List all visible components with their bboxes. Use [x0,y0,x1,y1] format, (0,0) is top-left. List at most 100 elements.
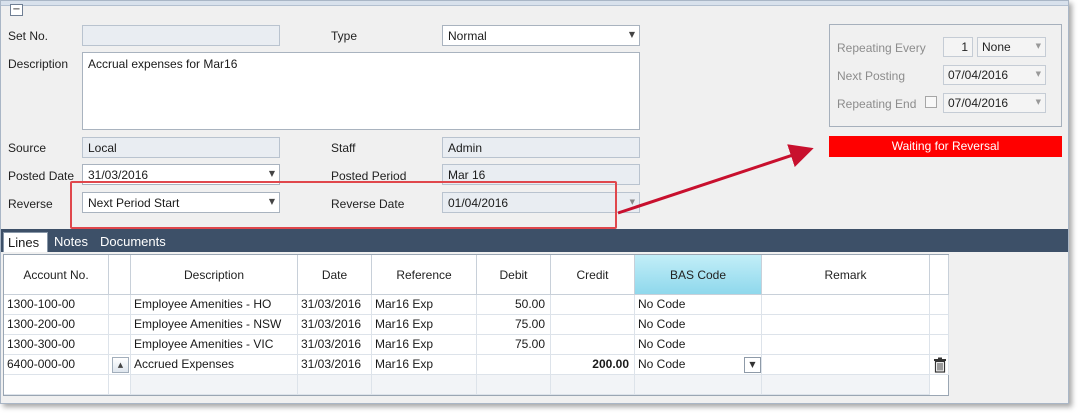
table-cell-credit[interactable]: 200.00 [551,355,635,375]
col-actions [930,255,949,295]
table-cell-description[interactable]: Employee Amenities - HO [131,295,298,315]
triangle-up-icon[interactable]: ▲ [112,357,129,373]
tab-notes[interactable]: Notes [50,232,92,252]
chevron-down-icon: ▼ [1035,42,1041,50]
new-row-cell[interactable] [298,375,372,395]
tab-bar: Lines Notes Documents [1,229,1068,252]
table-cell-date[interactable]: 31/03/2016 [298,355,372,375]
table-cell-account[interactable]: 6400-000-00 [4,355,109,375]
table-cell-action [930,315,949,335]
reverse-label: Reverse [8,197,53,211]
table-cell-bas-code[interactable]: No Code [635,315,762,335]
col-debit[interactable]: Debit [477,255,551,295]
table-cell-action [930,335,949,355]
next-posting-label: Next Posting [837,69,906,83]
repeating-end-label: Repeating End [837,97,917,111]
repeating-unit-select[interactable]: None ▼ [977,37,1046,57]
staff-field: Admin [442,137,640,158]
set-no-field [82,25,280,46]
table-cell-reference[interactable]: Mar16 Exp [372,355,477,375]
col-date[interactable]: Date [298,255,372,295]
table-cell-description[interactable]: Employee Amenities - NSW [131,315,298,335]
table-cell-remark[interactable] [762,295,930,315]
table-cell-credit[interactable] [551,335,635,355]
table-cell-bas-code[interactable]: No Code [635,355,762,375]
journal-entry-window: − Set No. Type Normal ▼ Description Accr… [0,0,1069,404]
repeating-end-checkbox[interactable] [925,96,937,108]
lines-grid: Account No. Description Date Reference D… [3,254,949,396]
table-cell-action [930,295,949,315]
chevron-down-icon: ▼ [268,169,275,178]
repeating-every-input[interactable]: 1 [943,37,973,57]
status-banner: Waiting for Reversal [829,136,1062,157]
type-value: Normal [448,29,487,43]
table-cell-date[interactable]: 31/03/2016 [298,315,372,335]
table-cell-reference[interactable]: Mar16 Exp [372,335,477,355]
table-cell-reference[interactable]: Mar16 Exp [372,315,477,335]
table-cell-date[interactable]: 31/03/2016 [298,335,372,355]
source-label: Source [8,141,47,155]
chevron-down-icon: ▼ [1035,98,1041,106]
new-row-cell[interactable] [762,375,930,395]
description-textarea[interactable]: Accrual expenses for Mar16 [82,52,640,130]
table-cell-expander [109,315,131,335]
repeating-unit-value: None [982,40,1011,54]
repeating-every-label: Repeating Every [837,41,926,55]
table-cell-expander [109,335,131,355]
new-row-cell [109,375,131,395]
table-cell-remark[interactable] [762,335,930,355]
type-label: Type [331,29,358,43]
new-row-cell[interactable] [4,375,109,395]
chevron-down-icon: ▼ [628,30,635,39]
table-cell-account[interactable]: 1300-200-00 [4,315,109,335]
collapse-icon[interactable]: − [10,4,23,16]
table-cell-credit[interactable] [551,295,635,315]
table-cell-description[interactable]: Accrued Expenses [131,355,298,375]
repeating-panel: Repeating Every 1 None ▼ Next Posting 07… [829,24,1062,127]
table-cell-debit[interactable]: 75.00 [477,315,551,335]
table-cell-credit[interactable] [551,315,635,335]
col-reference[interactable]: Reference [372,255,477,295]
table-cell-remark[interactable] [762,315,930,335]
posted-date-value: 31/03/2016 [88,168,149,182]
bas-code-dropdown-icon[interactable]: ▼ [744,357,761,373]
new-row-cell[interactable] [131,375,298,395]
next-posting-value: 07/04/2016 [948,68,1009,82]
trash-icon[interactable] [933,357,947,373]
reverse-highlight-box [70,181,617,229]
col-account-no[interactable]: Account No. [4,255,109,295]
chevron-down-icon: ▼ [629,198,635,206]
repeating-end-picker[interactable]: 07/04/2016 ▼ [943,93,1046,113]
tab-lines[interactable]: Lines [3,232,48,252]
col-description[interactable]: Description [131,255,298,295]
table-cell-bas-code[interactable]: No Code [635,335,762,355]
source-field: Local [82,137,280,158]
staff-label: Staff [331,141,356,155]
col-credit[interactable]: Credit [551,255,635,295]
table-cell-expander [109,295,131,315]
tab-documents[interactable]: Documents [96,232,170,252]
col-expander [109,255,131,295]
table-cell-reference[interactable]: Mar16 Exp [372,295,477,315]
table-cell-debit[interactable] [477,355,551,375]
table-cell-remark[interactable] [762,355,930,375]
new-row-cell[interactable] [551,375,635,395]
table-cell-debit[interactable]: 50.00 [477,295,551,315]
type-select[interactable]: Normal ▼ [442,25,640,46]
table-cell-debit[interactable]: 75.00 [477,335,551,355]
new-row-cell[interactable] [477,375,551,395]
new-row-cell[interactable] [372,375,477,395]
set-no-label: Set No. [8,29,49,43]
table-cell-account[interactable]: 1300-300-00 [4,335,109,355]
table-cell-bas-code[interactable]: No Code [635,295,762,315]
table-cell-account[interactable]: 1300-100-00 [4,295,109,315]
table-cell-date[interactable]: 31/03/2016 [298,295,372,315]
col-remark[interactable]: Remark [762,255,930,295]
table-cell-description[interactable]: Employee Amenities - VIC [131,335,298,355]
new-row-cell[interactable] [635,375,762,395]
col-bas-code[interactable]: BAS Code [635,255,762,295]
top-strip [1,1,1068,6]
repeating-end-value: 07/04/2016 [948,96,1009,110]
posted-date-label: Posted Date [8,169,75,183]
next-posting-picker[interactable]: 07/04/2016 ▼ [943,65,1046,85]
